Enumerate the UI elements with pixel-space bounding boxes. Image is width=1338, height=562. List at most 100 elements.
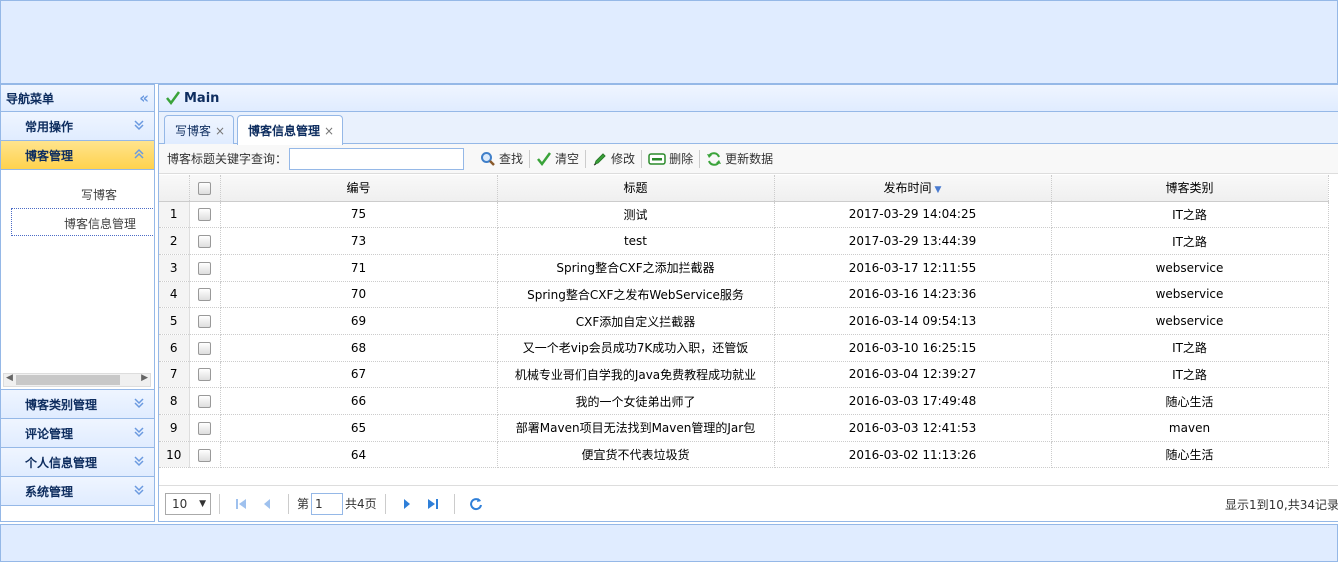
pencil-icon bbox=[593, 152, 606, 165]
edit-button[interactable]: 修改 bbox=[586, 147, 641, 171]
row-select-cell[interactable] bbox=[189, 334, 221, 362]
clear-button[interactable]: 清空 bbox=[530, 147, 585, 171]
scroll-left-icon[interactable]: ◀ bbox=[6, 373, 13, 383]
cell-title: test bbox=[497, 227, 775, 255]
cell-title: CXF添加自定义拦截器 bbox=[497, 307, 775, 335]
select-all-header[interactable] bbox=[189, 175, 221, 202]
cell-id: 75 bbox=[220, 201, 498, 229]
table-row[interactable]: 8 66 我的一个女徒弟出师了 2016-03-03 17:49:48 随心生活 bbox=[159, 387, 1329, 415]
close-icon[interactable]: × bbox=[215, 124, 225, 138]
column-header-type[interactable]: 博客类别 bbox=[1051, 175, 1329, 202]
column-header-id[interactable]: 编号 bbox=[220, 175, 498, 202]
double-chevron-down-icon[interactable] bbox=[132, 454, 146, 468]
delete-label: 删除 bbox=[669, 152, 694, 166]
table-row[interactable]: 4 70 Spring整合CXF之发布WebService服务 2016-03-16 … bbox=[159, 281, 1329, 309]
cell-id: 68 bbox=[220, 334, 498, 362]
next-page-button[interactable] bbox=[397, 494, 417, 514]
row-select-cell[interactable] bbox=[189, 414, 221, 442]
row-number: 7 bbox=[159, 361, 190, 389]
cell-type: IT之路 bbox=[1051, 361, 1329, 389]
row-number: 1 bbox=[159, 201, 190, 229]
row-select-cell[interactable] bbox=[189, 254, 221, 282]
row-select-cell[interactable] bbox=[189, 307, 221, 335]
row-checkbox[interactable] bbox=[198, 421, 211, 435]
row-select-cell[interactable] bbox=[189, 387, 221, 415]
reload-button[interactable] bbox=[466, 494, 486, 514]
column-header-time[interactable]: 发布时间 ▼ bbox=[774, 175, 1052, 202]
cell-time: 2016-03-17 12:11:55 bbox=[774, 254, 1052, 282]
clear-label: 清空 bbox=[555, 152, 580, 166]
accordion-blog-management[interactable]: 博客管理 bbox=[1, 141, 154, 170]
nav-panel-header: 导航菜单 « bbox=[1, 85, 154, 112]
close-icon[interactable]: × bbox=[324, 124, 334, 138]
cell-time: 2016-03-16 14:23:36 bbox=[774, 281, 1052, 309]
cell-title: Spring整合CXF之添加拦截器 bbox=[497, 254, 775, 282]
row-select-cell[interactable] bbox=[189, 281, 221, 309]
refresh-data-button[interactable]: 更新数据 bbox=[700, 147, 779, 171]
table-row[interactable]: 9 65 部署Maven项目无法找到Maven管理的Jar包 2016-03-03 1… bbox=[159, 414, 1329, 442]
column-header-title[interactable]: 标题 bbox=[497, 175, 775, 202]
accordion-common-ops[interactable]: 常用操作 bbox=[1, 112, 154, 141]
row-number: 4 bbox=[159, 281, 190, 309]
table-row[interactable]: 10 64 便宜货不代表垃圾货 2016-03-02 11:13:26 随心生活 bbox=[159, 441, 1329, 469]
row-checkbox[interactable] bbox=[198, 288, 211, 302]
table-row[interactable]: 7 67 机械专业哥们自学我的Java免费教程成功就业 2016-03-04 12:3… bbox=[159, 361, 1329, 389]
accordion-comments[interactable]: 评论管理 bbox=[1, 419, 154, 448]
select-all-checkbox[interactable] bbox=[198, 181, 211, 195]
double-chevron-down-icon[interactable] bbox=[132, 118, 146, 132]
tab-write-blog[interactable]: 写博客 × bbox=[164, 115, 235, 144]
table-row[interactable]: 3 71 Spring整合CXF之添加拦截器 2016-03-17 12:11:55 w… bbox=[159, 254, 1329, 282]
last-page-button[interactable] bbox=[423, 494, 443, 514]
row-select-cell[interactable] bbox=[189, 201, 221, 229]
double-chevron-left-icon[interactable]: « bbox=[139, 89, 149, 107]
cell-title: Spring整合CXF之发布WebService服务 bbox=[497, 281, 775, 309]
table-row[interactable]: 2 73 test 2017-03-29 13:44:39 IT之路 bbox=[159, 227, 1329, 255]
row-checkbox[interactable] bbox=[198, 208, 211, 222]
accordion-system[interactable]: 系统管理 bbox=[1, 477, 154, 506]
cell-id: 64 bbox=[220, 441, 498, 469]
accordion-personal-info[interactable]: 个人信息管理 bbox=[1, 448, 154, 477]
table-row[interactable]: 1 75 测试 2017-03-29 14:04:25 IT之路 bbox=[159, 201, 1329, 229]
row-checkbox[interactable] bbox=[198, 395, 211, 409]
double-chevron-down-icon[interactable] bbox=[132, 396, 146, 410]
find-button[interactable]: 查找 bbox=[474, 147, 529, 171]
cell-time: 2016-03-03 12:41:53 bbox=[774, 414, 1052, 442]
tree-item-blog-info[interactable]: 博客信息管理 bbox=[11, 208, 154, 236]
horizontal-scrollbar[interactable]: ◀ ▶ bbox=[3, 373, 151, 387]
row-checkbox[interactable] bbox=[198, 448, 211, 462]
scroll-right-icon[interactable]: ▶ bbox=[141, 373, 148, 383]
tab-blog-info[interactable]: 博客信息管理 × bbox=[237, 115, 344, 145]
double-chevron-down-icon[interactable] bbox=[132, 483, 146, 497]
row-checkbox[interactable] bbox=[198, 235, 211, 249]
row-select-cell[interactable] bbox=[189, 441, 221, 469]
row-select-cell[interactable] bbox=[189, 227, 221, 255]
page-total: 共4页 bbox=[345, 497, 377, 511]
data-table: 编号 标题 发布时间 ▼ 博客类别 1 75 测试 2017-03-29 14:04:2… bbox=[159, 175, 1329, 469]
tab-strip: 写博客 × 博客信息管理 × bbox=[159, 112, 1338, 145]
row-checkbox[interactable] bbox=[198, 261, 211, 275]
page-number-input[interactable]: 1 bbox=[311, 492, 344, 515]
row-checkbox[interactable] bbox=[198, 315, 211, 329]
page-size-select[interactable]: 10 ▼ bbox=[165, 492, 211, 515]
cell-id: 69 bbox=[220, 307, 498, 335]
checkmark-icon bbox=[166, 91, 181, 106]
accordion-label: 个人信息管理 bbox=[25, 455, 98, 470]
row-checkbox[interactable] bbox=[198, 341, 211, 355]
accordion-blog-category[interactable]: 博客类别管理 bbox=[1, 390, 154, 419]
search-input[interactable] bbox=[289, 147, 465, 170]
double-chevron-down-icon[interactable] bbox=[132, 425, 146, 439]
next-page-icon bbox=[403, 498, 410, 509]
table-row[interactable]: 5 69 CXF添加自定义拦截器 2016-03-14 09:54:13 webserv… bbox=[159, 307, 1329, 335]
tab-label: 博客信息管理 bbox=[248, 124, 321, 138]
row-checkbox[interactable] bbox=[198, 368, 211, 382]
tree-item-write-blog[interactable]: 写博客 bbox=[81, 186, 117, 203]
first-page-button[interactable] bbox=[231, 494, 251, 514]
delete-button[interactable]: 删除 bbox=[642, 147, 699, 171]
prev-page-button[interactable] bbox=[257, 494, 277, 514]
cell-title: 我的一个女徒弟出师了 bbox=[497, 387, 775, 415]
scrollbar-thumb[interactable] bbox=[16, 375, 120, 385]
table-row[interactable]: 6 68 又一个老vip会员成功7K成功入职，还管饭 2016-03-10 16:25… bbox=[159, 334, 1329, 362]
cell-time: 2016-03-03 17:49:48 bbox=[774, 387, 1052, 415]
double-chevron-up-icon[interactable] bbox=[132, 147, 146, 161]
row-select-cell[interactable] bbox=[189, 361, 221, 389]
